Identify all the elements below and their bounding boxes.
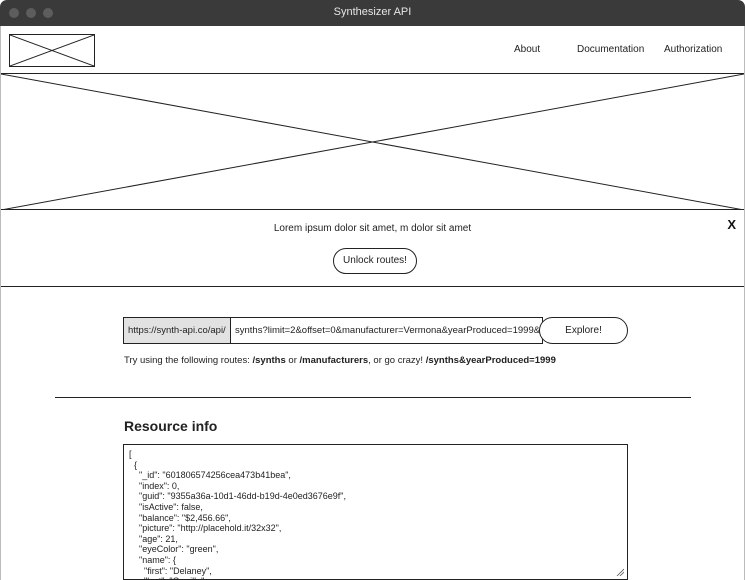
resize-grip-icon[interactable]: [616, 568, 624, 576]
resource-json: [ { "_id": "601806574256cea473b41bea", "…: [129, 449, 346, 579]
notice-banner: Lorem ipsum dolor sit amet, m dolor sit …: [1, 210, 744, 287]
url-prefix: https://synth-api.co/api/: [123, 317, 231, 344]
nav-authorization[interactable]: Authorization: [664, 44, 722, 55]
app-window: About Documentation Authorization Lorem …: [0, 26, 745, 580]
banner-text: Lorem ipsum dolor sit amet, m dolor sit …: [273, 223, 472, 234]
hint-or: or: [285, 355, 300, 366]
logo-placeholder-icon[interactable]: [9, 34, 95, 67]
unlock-routes-button[interactable]: Unlock routes!: [333, 248, 417, 274]
resource-info-heading: Resource info: [124, 418, 218, 434]
nav-about[interactable]: About: [514, 44, 540, 55]
nav-documentation[interactable]: Documentation: [577, 44, 644, 55]
hint-intro: Try using the following routes:: [124, 355, 253, 366]
route-input[interactable]: [231, 317, 543, 344]
window-titlebar: Synthesizer API: [0, 0, 745, 26]
window-title: Synthesizer API: [333, 6, 412, 18]
hint-route-manufacturers: /manufacturers: [299, 355, 369, 366]
section-divider: [55, 397, 691, 398]
banner-close-button[interactable]: X: [727, 217, 736, 232]
explore-button[interactable]: Explore!: [539, 317, 628, 344]
hint-route-synths: /synths: [252, 355, 286, 366]
navbar: About Documentation Authorization: [1, 26, 744, 74]
hero-image-placeholder: [1, 74, 744, 210]
routes-hint: Try using the following routes: /synths …: [124, 355, 556, 366]
hint-crazy: , or go crazy!: [368, 355, 426, 366]
hint-route-year: /synths&yearProduced=1999: [425, 355, 556, 366]
resource-output-textarea[interactable]: [ { "_id": "601806574256cea473b41bea", "…: [123, 444, 628, 580]
